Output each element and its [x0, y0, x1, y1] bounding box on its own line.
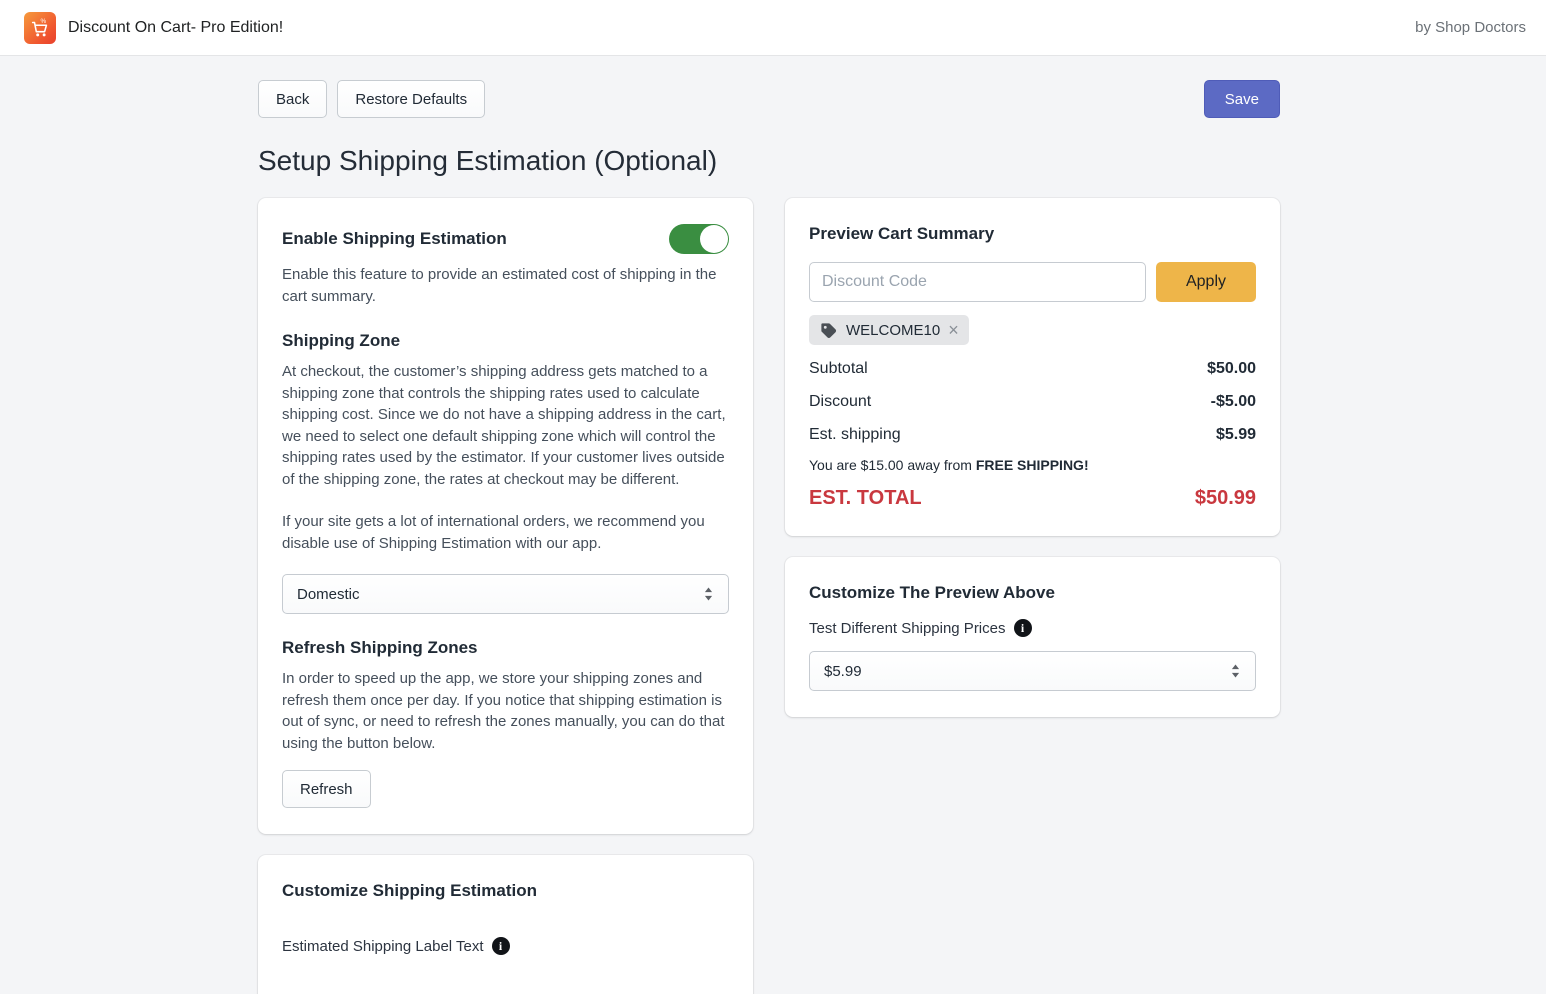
est-total-value: $50.99 [1195, 487, 1256, 510]
restore-defaults-button[interactable]: Restore Defaults [337, 80, 485, 118]
enable-shipping-description: Enable this feature to provide an estima… [282, 264, 729, 307]
est-total-row: EST. TOTAL $50.99 [809, 487, 1256, 510]
applied-discount-code: WELCOME10 [846, 322, 940, 339]
free-shipping-note-text: You are $15.00 away from [809, 457, 976, 473]
est-shipping-value: $5.99 [1216, 426, 1256, 444]
estimated-shipping-label-text: Estimated Shipping Label Text [282, 938, 484, 955]
back-button[interactable]: Back [258, 80, 327, 118]
discount-label: Discount [809, 393, 871, 411]
test-shipping-price-select[interactable]: $5.99 [809, 651, 1256, 691]
est-total-label: EST. TOTAL [809, 487, 922, 510]
toolbar: Back Restore Defaults Save [258, 80, 1280, 118]
summary-row-subtotal: Subtotal $50.00 [809, 360, 1256, 378]
svg-text:%: % [40, 18, 46, 25]
enable-shipping-toggle[interactable] [669, 224, 729, 254]
summary-row-discount: Discount -$5.00 [809, 393, 1256, 411]
app-title: Discount On Cart- Pro Edition! [68, 19, 283, 37]
preview-cart-summary-heading: Preview Cart Summary [809, 224, 1256, 244]
shipping-zone-paragraph-2: If your site gets a lot of international… [282, 511, 729, 554]
apply-button[interactable]: Apply [1156, 262, 1256, 302]
info-icon[interactable]: i [492, 937, 510, 955]
discount-code-input[interactable] [809, 262, 1146, 302]
refresh-zones-paragraph: In order to speed up the app, we store y… [282, 668, 729, 754]
est-shipping-label: Est. shipping [809, 426, 901, 444]
save-button[interactable]: Save [1204, 80, 1280, 118]
right-column: Preview Cart Summary Apply WELCOME10 × S… [785, 198, 1280, 717]
toggle-knob [700, 225, 728, 253]
enable-shipping-card: Enable Shipping Estimation Enable this f… [258, 198, 753, 834]
shipping-zone-heading: Shipping Zone [282, 331, 729, 351]
free-shipping-note: You are $15.00 away from FREE SHIPPING! [809, 457, 1256, 473]
shipping-zone-select[interactable]: Domestic [282, 574, 729, 614]
page-title: Setup Shipping Estimation (Optional) [258, 145, 1280, 177]
refresh-zones-heading: Refresh Shipping Zones [282, 638, 729, 658]
customize-shipping-card: Customize Shipping Estimation Estimated … [258, 855, 753, 994]
customize-preview-card: Customize The Preview Above Test Differe… [785, 557, 1280, 717]
remove-discount-icon[interactable]: × [948, 321, 959, 339]
preview-cart-summary-card: Preview Cart Summary Apply WELCOME10 × S… [785, 198, 1280, 536]
test-shipping-price-selected-value: $5.99 [824, 663, 862, 680]
select-caret-icon [703, 586, 714, 602]
info-icon[interactable]: i [1014, 619, 1032, 637]
page-container: Back Restore Defaults Save Setup Shippin… [258, 56, 1280, 994]
tag-icon [819, 321, 838, 340]
left-column: Enable Shipping Estimation Enable this f… [258, 198, 753, 994]
test-shipping-prices-label: Test Different Shipping Prices [809, 620, 1006, 637]
app-logo-icon: % [24, 12, 56, 44]
customize-preview-heading: Customize The Preview Above [809, 583, 1256, 603]
app-byline: by Shop Doctors [1415, 19, 1526, 36]
subtotal-value: $50.00 [1207, 360, 1256, 378]
select-caret-icon [1230, 663, 1241, 679]
subtotal-label: Subtotal [809, 360, 868, 378]
shipping-zone-selected-value: Domestic [297, 586, 360, 603]
free-shipping-note-bold: FREE SHIPPING! [976, 457, 1089, 473]
customize-shipping-heading: Customize Shipping Estimation [282, 881, 729, 901]
enable-shipping-heading: Enable Shipping Estimation [282, 229, 507, 249]
summary-row-est-shipping: Est. shipping $5.99 [809, 426, 1256, 444]
applied-discount-chip: WELCOME10 × [809, 315, 969, 345]
shipping-zone-paragraph-1: At checkout, the customer’s shipping add… [282, 361, 729, 490]
refresh-button[interactable]: Refresh [282, 770, 371, 808]
app-header: % Discount On Cart- Pro Edition! by Shop… [0, 0, 1546, 56]
discount-value: -$5.00 [1211, 393, 1256, 411]
